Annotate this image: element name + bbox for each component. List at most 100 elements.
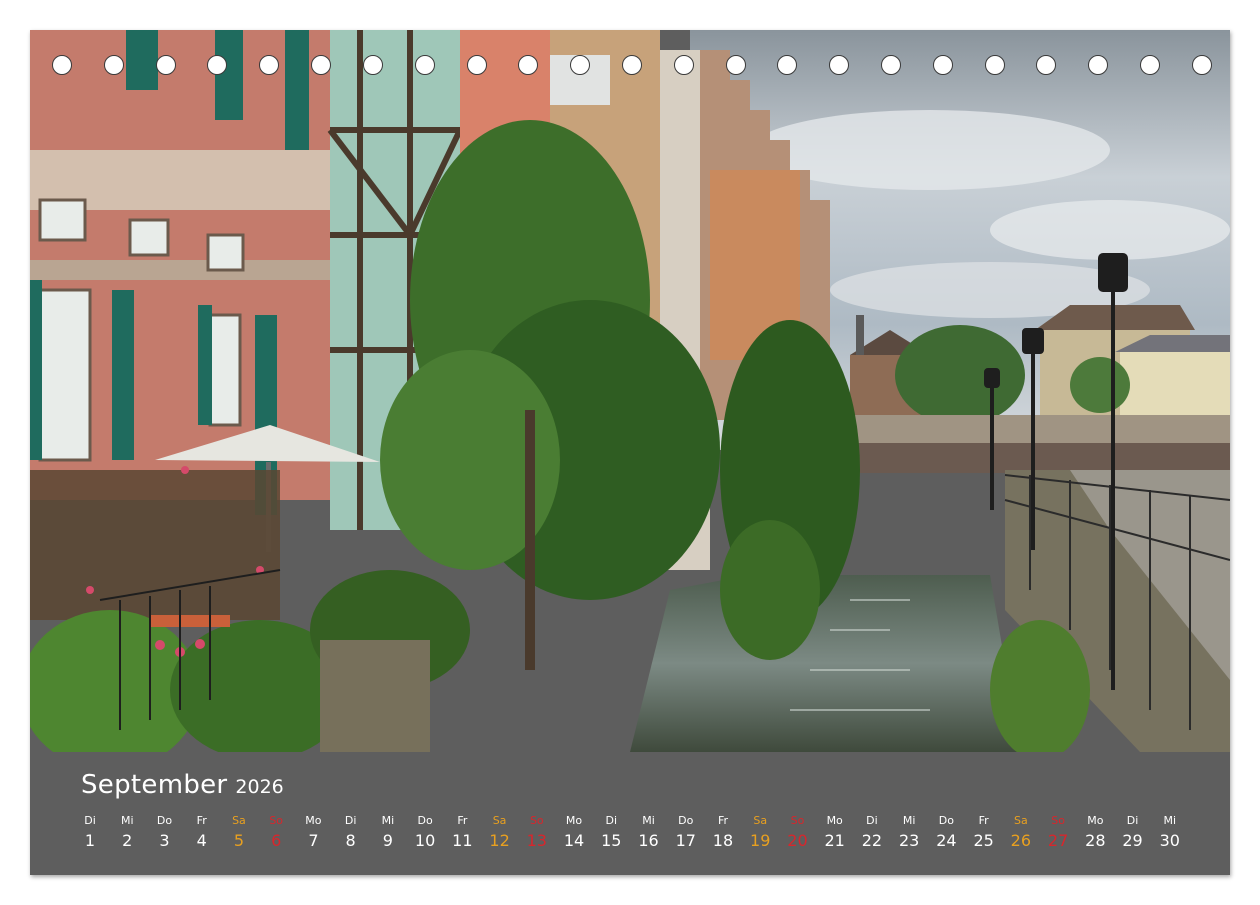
weekday-label: Sa — [492, 814, 507, 827]
weekday-label: Mi — [1163, 814, 1177, 827]
day-number: 17 — [675, 831, 696, 850]
day-number: 15 — [601, 831, 622, 850]
photo-canal-old-town — [30, 30, 1230, 752]
binding-hole — [155, 55, 176, 75]
day-cell: Sa 12 — [485, 814, 515, 864]
day-number: 18 — [712, 831, 734, 850]
weekday-label: So — [529, 814, 544, 827]
day-cell: Sa 19 — [745, 814, 775, 864]
binding-hole — [466, 55, 487, 75]
day-cell: Do 24 — [931, 814, 961, 864]
weekday-label: Di — [605, 814, 618, 827]
day-number: 30 — [1159, 831, 1180, 850]
day-number: 5 — [233, 831, 245, 850]
weekday-label: Do — [678, 814, 694, 827]
day-number: 10 — [414, 831, 436, 850]
binding-hole — [207, 55, 228, 75]
day-cell: Mi 2 — [112, 814, 142, 864]
day-cell: So 20 — [782, 814, 812, 864]
day-number: 3 — [159, 831, 170, 850]
day-number: 26 — [1010, 831, 1032, 850]
binding-hole — [1191, 55, 1212, 75]
weekday-label: Mi — [381, 814, 395, 827]
binding-hole — [1036, 55, 1057, 75]
day-number: 21 — [824, 831, 845, 850]
weekday-label: Do — [938, 814, 954, 827]
binding-hole — [259, 55, 280, 75]
day-cell: Do 10 — [410, 814, 440, 864]
day-number: 12 — [489, 831, 510, 850]
binding-hole — [414, 55, 435, 75]
day-cell: Fr 25 — [969, 814, 999, 864]
day-number: 24 — [936, 831, 957, 850]
day-cell: Mi 30 — [1155, 814, 1185, 864]
day-grid: Di 1 Mi 2 Do 3 Fr 4 Sa 5 So 6 Mo 7 Di 8 Mi 9 Do 10 Fr 11 Sa 12 S… — [75, 814, 1185, 864]
weekday-label: Di — [1126, 814, 1139, 827]
weekday-label: Mi — [120, 814, 134, 827]
day-cell: Mo 14 — [559, 814, 589, 864]
day-cell: Fr 4 — [187, 814, 217, 864]
weekday-label: So — [1051, 814, 1065, 827]
day-number: 28 — [1085, 831, 1106, 850]
month-title: September 2026 — [81, 770, 284, 800]
weekday-label: Sa — [1013, 814, 1028, 827]
binding-hole — [777, 55, 798, 75]
binding-hole — [621, 55, 642, 75]
weekday-label: Mi — [902, 814, 916, 827]
binding-hole — [362, 55, 383, 75]
day-cell: Fr 11 — [447, 814, 477, 864]
binding-hole — [984, 55, 1005, 75]
day-number: 16 — [638, 831, 659, 850]
day-cell: Mi 9 — [373, 814, 403, 864]
weekday-label: Mo — [826, 814, 843, 827]
day-cell: Di 1 — [75, 814, 105, 864]
day-cell: Di 15 — [596, 814, 626, 864]
weekday-label: So — [269, 814, 284, 827]
day-cell: Do 17 — [671, 814, 701, 864]
day-cell: Mo 7 — [298, 814, 328, 864]
day-number: 13 — [526, 831, 547, 850]
binding-hole — [932, 55, 953, 75]
weekday-label: Mi — [642, 814, 655, 827]
weekday-label: Di — [344, 814, 357, 827]
day-number: 25 — [973, 831, 994, 850]
day-cell: Do 3 — [149, 814, 179, 864]
day-cell: Fr 18 — [708, 814, 738, 864]
day-cell: Mi 16 — [634, 814, 664, 864]
weekday-label: Mo — [1087, 814, 1104, 827]
day-cell: Mi 23 — [894, 814, 924, 864]
day-number: 22 — [861, 831, 883, 850]
weekday-label: Di — [84, 814, 96, 827]
day-number: 27 — [1047, 831, 1069, 850]
binding-hole — [103, 55, 124, 75]
day-number: 11 — [452, 831, 473, 850]
month-name: September — [81, 770, 228, 800]
day-cell: Mo 21 — [820, 814, 850, 864]
day-number: 14 — [563, 831, 585, 850]
day-cell: Di 22 — [857, 814, 887, 864]
day-number: 19 — [750, 831, 771, 850]
day-number: 29 — [1122, 831, 1143, 850]
weekday-label: Fr — [717, 814, 729, 827]
weekday-label: Fr — [457, 814, 468, 827]
binding-hole — [1088, 55, 1109, 75]
calendar-page: September 2026 Di 1 Mi 2 Do 3 Fr 4 Sa 5 So 6 Mo 7 Di 8 Mi… — [30, 30, 1230, 875]
weekday-label: Sa — [232, 814, 246, 827]
binding-hole — [570, 55, 591, 75]
weekday-label: Mo — [305, 814, 322, 827]
weekday-label: Do — [156, 814, 173, 827]
binding-hole — [673, 55, 694, 75]
binding-hole — [829, 55, 850, 75]
binding-hole — [311, 55, 332, 75]
weekday-label: Fr — [978, 814, 989, 827]
day-number: 1 — [84, 831, 96, 850]
day-number: 2 — [122, 831, 133, 850]
day-cell: So 27 — [1043, 814, 1073, 864]
day-cell: So 6 — [261, 814, 291, 864]
binding-hole — [1140, 55, 1161, 75]
binding-hole — [881, 55, 901, 75]
binding-hole — [52, 55, 72, 75]
weekday-label: Mo — [565, 814, 583, 827]
day-cell: Mo 28 — [1080, 814, 1110, 864]
day-number: 8 — [345, 831, 356, 850]
